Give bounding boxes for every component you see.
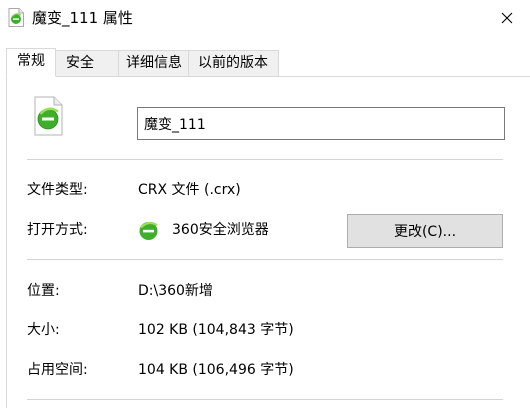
browser-app-icon	[139, 221, 158, 240]
close-icon	[501, 12, 513, 24]
file-type-label: 文件类型:	[27, 182, 88, 198]
window-title: 魔变_111 属性	[32, 9, 133, 27]
file-type-value: CRX 文件 (.crx)	[138, 182, 241, 198]
tab-details[interactable]: 详细信息	[118, 50, 189, 76]
properties-dialog: 魔变_111 属性 常规 安全 详细信息 以前的版本 文件类型: CRX 文件 …	[0, 0, 530, 408]
separator	[27, 159, 503, 160]
change-button[interactable]: 更改(C)...	[347, 214, 503, 248]
ie-file-icon	[8, 8, 24, 27]
ie-file-icon	[34, 96, 63, 136]
tab-security[interactable]: 安全	[55, 50, 119, 76]
tab-general[interactable]: 常规	[6, 48, 56, 77]
tab-strip: 常规 安全 详细信息 以前的版本	[6, 48, 279, 77]
separator	[27, 259, 503, 260]
file-name-input[interactable]	[137, 107, 505, 140]
open-with-label: 打开方式:	[27, 222, 88, 238]
location-value: D:\360新增	[138, 283, 213, 299]
open-with-app: 360安全浏览器	[172, 222, 269, 238]
close-button[interactable]	[484, 0, 530, 36]
location-label: 位置:	[27, 283, 60, 299]
size-value: 102 KB (104,843 字节)	[138, 322, 294, 338]
title-bar: 魔变_111 属性	[0, 0, 530, 36]
disk-size-value: 104 KB (106,496 字节)	[138, 362, 294, 378]
tab-previous-versions[interactable]: 以前的版本	[188, 50, 279, 76]
size-label: 大小:	[27, 322, 60, 338]
disk-size-label: 占用空间:	[27, 362, 88, 378]
separator	[27, 399, 503, 400]
